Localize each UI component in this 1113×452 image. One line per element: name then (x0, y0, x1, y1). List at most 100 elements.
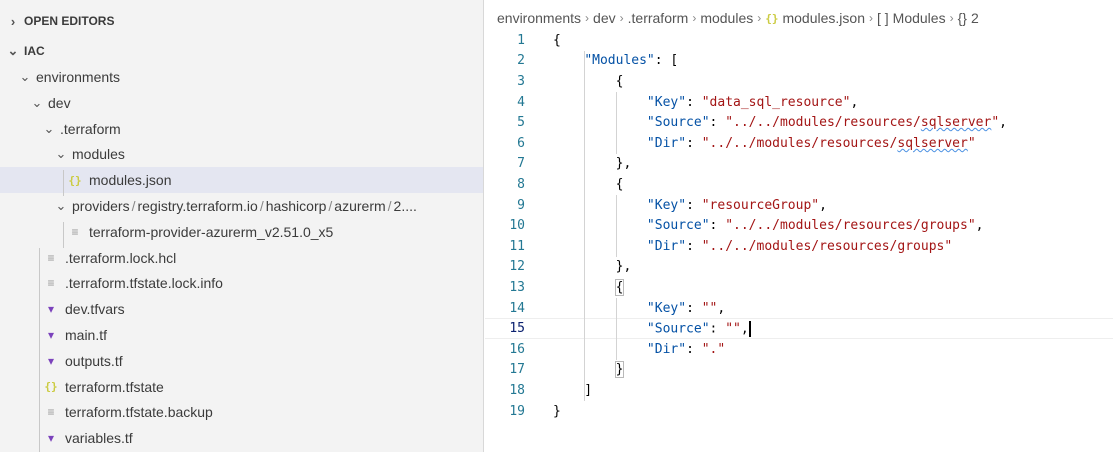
code-line[interactable]: 4 "Key": "data_sql_resource", (485, 92, 1113, 113)
chevron-right-icon: › (757, 11, 762, 25)
indent-guide (615, 91, 617, 154)
tree-item-label: terraform.tfstate.backup (65, 404, 213, 421)
code-line[interactable]: 15 "Source": "", (485, 318, 1113, 339)
breadcrumb-item[interactable]: environments (497, 10, 581, 26)
code-line[interactable]: 7 }, (485, 154, 1113, 175)
code-line[interactable]: 1{ (485, 30, 1113, 51)
tree-folder[interactable]: ⌄ modules (0, 141, 483, 167)
workspace-header[interactable]: ⌄ IAC (0, 38, 483, 64)
line-number: 8 (517, 176, 525, 192)
text-file-icon: ≡ (47, 405, 55, 420)
line-text: } (553, 404, 561, 419)
code-line[interactable]: 8 { (485, 174, 1113, 195)
code-line[interactable]: 13 { (485, 277, 1113, 298)
tree-file[interactable]: {} terraform.tfstate (0, 374, 483, 400)
code-token: "Dir" (646, 341, 687, 357)
terraform-file-icon: ▾ (47, 302, 55, 317)
code-token: , (850, 94, 859, 110)
code-token: "Key" (646, 94, 687, 110)
path-separator: / (387, 198, 392, 214)
path-segment: hashicorp (265, 198, 327, 214)
tree-file[interactable]: ≡ terraform.tfstate.backup (0, 399, 483, 425)
line-number: 4 (517, 94, 525, 110)
line-number: 13 (509, 279, 525, 295)
code-line[interactable]: 9 "Key": "resourceGroup", (485, 195, 1113, 216)
tree-file[interactable]: ≡ .terraform.tfstate.lock.info (0, 270, 483, 296)
code-line[interactable]: 14 "Key": "", (485, 298, 1113, 319)
code-token: sqlserver (920, 115, 992, 131)
indent-guide (63, 222, 64, 248)
code-line[interactable]: 12 }, (485, 257, 1113, 278)
text-file-icon: ≡ (47, 276, 55, 291)
breadcrumb-item[interactable]: .terraform (628, 10, 689, 26)
code-token: } (553, 403, 561, 419)
code-line[interactable]: 11 "Dir": "../../modules/resources/group… (485, 236, 1113, 257)
code-token: } (614, 361, 625, 379)
code-line[interactable]: 19} (485, 401, 1113, 422)
line-number: 9 (517, 197, 525, 213)
line-number: 1 (517, 32, 525, 48)
line-text: "Key": "resourceGroup", (553, 198, 827, 213)
code-token: : (686, 300, 702, 316)
tree-file[interactable]: ≡ .terraform.lock.hcl (0, 245, 483, 271)
breadcrumb-symbol[interactable]: 2 (971, 10, 979, 26)
breadcrumb-item[interactable]: dev (593, 10, 616, 26)
tree-folder[interactable]: ⌄ environments (0, 64, 483, 90)
chevron-right-icon: › (619, 11, 624, 25)
tree-file[interactable]: ▾ dev.tfvars (0, 296, 483, 322)
code-line[interactable]: 6 "Dir": "../../modules/resources/sqlser… (485, 133, 1113, 154)
tree-folder[interactable]: ⌄ .terraform (0, 116, 483, 142)
tree-item-label: variables.tf (65, 430, 133, 447)
code-token: "Key" (646, 300, 687, 316)
breadcrumb-symbol[interactable]: Modules (893, 10, 946, 26)
indent-guide (584, 50, 586, 401)
code-token: "Source" (646, 218, 710, 234)
text-cursor (748, 320, 751, 337)
code-line[interactable]: 3 { (485, 71, 1113, 92)
tree-file[interactable]: {} modules.json (0, 167, 483, 194)
code-line[interactable]: 5 "Source": "../../modules/resources/sql… (485, 112, 1113, 133)
code-token: "Source" (646, 115, 710, 131)
array-symbol-icon: [ ] (876, 10, 889, 26)
tree-item-label: dev.tfvars (65, 301, 125, 318)
line-number: 2 (517, 53, 525, 69)
tree-file[interactable]: ▾ main.tf (0, 322, 483, 348)
code-token: : (686, 197, 702, 213)
code-token: "Source" (646, 321, 710, 337)
tree-item-label: modules (72, 146, 125, 163)
tree-file[interactable]: ≡ terraform-provider-azurerm_v2.51.0_x5 (0, 219, 483, 245)
chevron-right-icon: › (10, 13, 16, 29)
code-line[interactable]: 16 "Dir": "." (485, 339, 1113, 360)
tree-item-label: .terraform (60, 120, 121, 137)
tree-item-label: .terraform.lock.hcl (65, 249, 177, 266)
code-line[interactable]: 17 } (485, 360, 1113, 381)
path-segment: azurerm (334, 198, 386, 214)
tree-folder[interactable]: ⌄ dev (0, 90, 483, 116)
tree-file[interactable]: ▾ variables.tf (0, 425, 483, 451)
chevron-right-icon: › (585, 11, 590, 25)
code-token: "../../modules/resources/groups" (701, 238, 953, 254)
code-token: ] (553, 382, 593, 398)
tree-folder[interactable]: ⌄ providers / registry.terraform.io / hashico… (0, 193, 483, 219)
tree-file[interactable]: ▾ outputs.tf (0, 348, 483, 374)
breadcrumb-item[interactable]: modules (700, 10, 753, 26)
tree-item-label: dev (48, 94, 71, 111)
code-line[interactable]: 10 "Source": "../../modules/resources/gr… (485, 215, 1113, 236)
code-token: { (614, 278, 625, 296)
open-editors-header[interactable]: › OPEN EDITORS (0, 8, 483, 34)
code-token: "" (725, 321, 741, 337)
path-segment: 2.... (393, 198, 417, 214)
json-file-icon: {} (765, 11, 779, 25)
code-line[interactable]: 18 ] (485, 380, 1113, 401)
code-line[interactable]: 2 "Modules": [ (485, 51, 1113, 72)
code-token: "Modules" (584, 53, 655, 69)
line-text: { (553, 278, 625, 296)
line-number: 12 (509, 259, 525, 275)
code-token: : (686, 238, 702, 254)
breadcrumb-file[interactable]: modules.json (782, 10, 865, 26)
terraform-file-icon: ▾ (47, 431, 55, 446)
path-separator: / (131, 198, 136, 214)
